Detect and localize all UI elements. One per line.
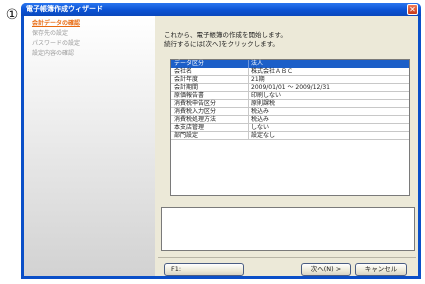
steps-panel: 会計データの確認 保存先の設定 パスワードの設定 設定内容の確認: [24, 16, 155, 276]
row-value: しない: [251, 124, 270, 131]
table-row[interactable]: 本支店管理 しない: [171, 124, 409, 132]
row-value: 税込み: [251, 116, 270, 123]
step-item-account-data: 会計データの確認: [32, 20, 81, 27]
close-button[interactable]: ✕: [407, 4, 418, 15]
wizard-window: 電子帳簿作成ウィザード ✕ 会計データの確認 保存先の設定 パスワードの設定 設…: [21, 3, 421, 279]
row-value: 原則課税: [251, 100, 276, 107]
row-label: 消費税処理方法: [174, 116, 217, 123]
step-item-password: パスワードの設定: [32, 40, 81, 47]
table-row[interactable]: 消費税申告区分 原則課税: [171, 100, 409, 108]
table-row[interactable]: 会計期間 2009/01/01 ～ 2009/12/31: [171, 84, 409, 92]
table-row[interactable]: 消費税入力区分 税込み: [171, 108, 409, 116]
row-label: 会計年度: [174, 76, 199, 83]
table-header-label: データ区分: [174, 60, 205, 67]
step-item-save-location: 保存先の設定: [32, 30, 69, 37]
row-label: 消費税入力区分: [174, 108, 217, 115]
intro-text-line2: 続行するには[次へ]をクリックします。: [164, 40, 279, 48]
row-value: 設定なし: [251, 132, 276, 139]
table-row[interactable]: 原価報告書 印刷しない: [171, 92, 409, 100]
window-title: 電子帳簿作成ウィザード: [26, 5, 103, 13]
row-label: 会計期間: [174, 84, 199, 91]
table-row[interactable]: 消費税処理方法 税込み: [171, 116, 409, 124]
bottom-separator: [158, 257, 416, 258]
row-value: 印刷しない: [251, 92, 282, 99]
table-row[interactable]: 会計年度 21期: [171, 76, 409, 84]
table-row[interactable]: 部門設定 設定なし: [171, 132, 409, 140]
step-item-confirm-settings: 設定内容の確認: [32, 50, 75, 57]
next-button[interactable]: 次へ(N) >: [301, 263, 351, 276]
cancel-button[interactable]: キャンセル: [355, 263, 407, 276]
wizard-client-area: 会計データの確認 保存先の設定 パスワードの設定 設定内容の確認 これから、電子…: [24, 16, 418, 276]
row-value: 税込み: [251, 108, 270, 115]
table-row[interactable]: 会社名 株式会社ＡＢＣ: [171, 68, 409, 76]
row-label: 消費税申告区分: [174, 100, 217, 107]
title-bar: 電子帳簿作成ウィザード ✕: [21, 3, 421, 16]
table-header-value: 法人: [251, 60, 264, 67]
message-box: [161, 207, 415, 251]
row-value: 21期: [251, 76, 265, 83]
f1-button[interactable]: F1:: [164, 263, 244, 276]
company-info-table: データ区分 法人 会社名 株式会社ＡＢＣ 会計年度 21期 会計期間 2009/…: [170, 59, 410, 196]
row-label: 会社名: [174, 68, 193, 75]
row-value: 株式会社ＡＢＣ: [251, 68, 294, 75]
row-label: 本支店管理: [174, 124, 205, 131]
close-icon: ✕: [409, 5, 416, 14]
row-label: 原価報告書: [174, 92, 205, 99]
row-value: 2009/01/01 ～ 2009/12/31: [251, 84, 330, 91]
step-number-marker: ①: [5, 7, 19, 23]
table-header-row[interactable]: データ区分 法人: [171, 60, 409, 68]
intro-text-line1: これから、電子帳簿の作成を開始します。: [164, 31, 287, 39]
row-label: 部門設定: [174, 132, 199, 139]
